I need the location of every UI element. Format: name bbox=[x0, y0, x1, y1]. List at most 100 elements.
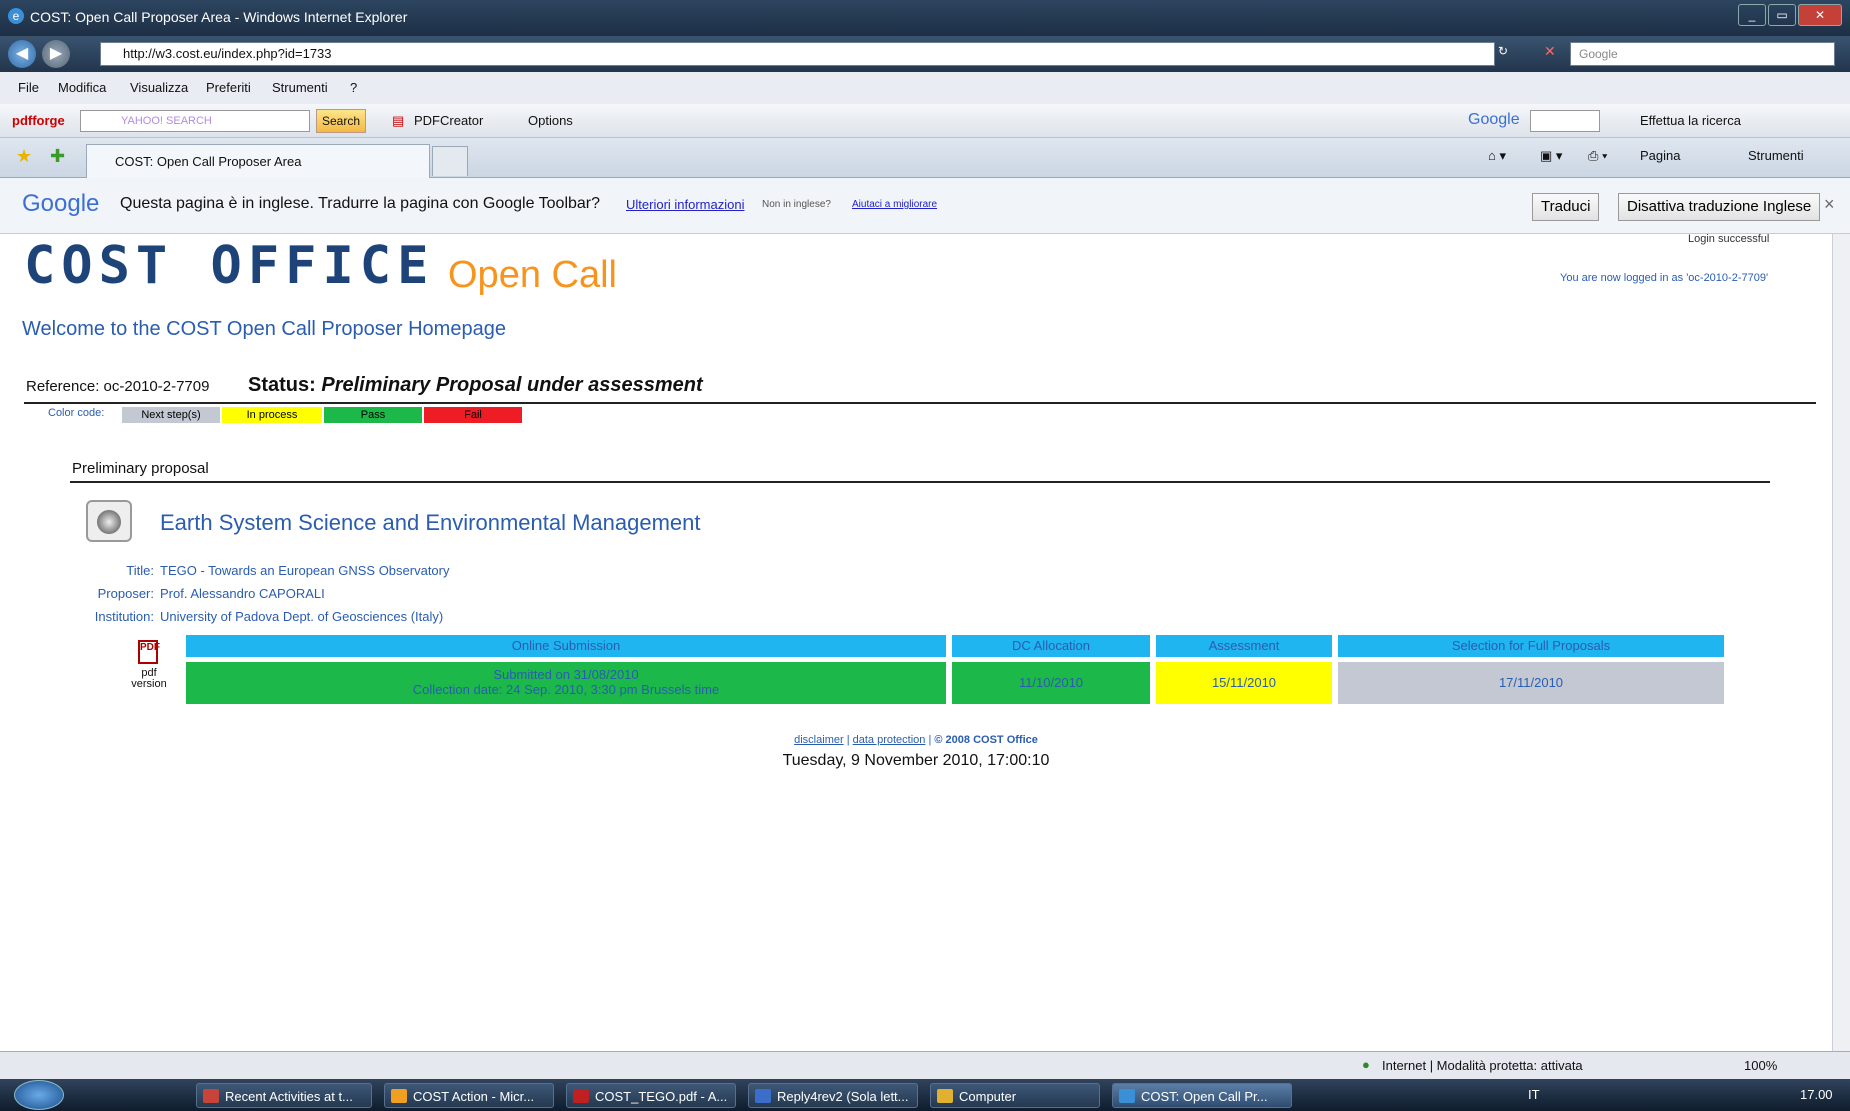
taskbar-item[interactable]: COST_TEGO.pdf - A... bbox=[566, 1083, 736, 1108]
copyright-text: © 2008 COST Office bbox=[934, 734, 1038, 746]
taskbar-item[interactable]: Recent Activities at t... bbox=[196, 1083, 372, 1108]
maximize-button[interactable]: ▭ bbox=[1768, 4, 1796, 26]
disclaimer-link[interactable]: disclaimer bbox=[794, 734, 844, 746]
pdf-icon[interactable]: PDF bbox=[138, 640, 160, 664]
word-icon bbox=[755, 1089, 771, 1103]
status-bar: ● Internet | Modalità protetta: attivata… bbox=[0, 1051, 1850, 1079]
app-icon bbox=[391, 1089, 407, 1103]
ie-icon bbox=[1119, 1089, 1135, 1103]
taskbar-item-active[interactable]: COST: Open Call Pr... bbox=[1112, 1083, 1292, 1108]
options-button[interactable]: Options bbox=[528, 113, 573, 128]
reference-number: Reference: oc-2010-2-7709 bbox=[26, 378, 210, 395]
address-row: ◀ ▶ http://w3.cost.eu/index.php?id=1733 … bbox=[0, 36, 1850, 72]
menu-bar: File Modifica Visualizza Preferiti Strum… bbox=[0, 72, 1850, 104]
stage-header-dc-allocation: DC Allocation bbox=[952, 635, 1150, 657]
new-tab-button[interactable] bbox=[432, 146, 468, 176]
stage-cell-dc-allocation: 11/10/2010 bbox=[952, 662, 1150, 704]
yahoo-search-input[interactable]: YAHOO! SEARCH bbox=[80, 110, 310, 132]
feeds-icon[interactable]: ▣ ▾ bbox=[1540, 148, 1562, 164]
refresh-icon[interactable]: ↻ bbox=[1498, 44, 1508, 58]
taskbar-item[interactable]: Computer bbox=[930, 1083, 1100, 1108]
window-title: COST: Open Call Proposer Area - Windows … bbox=[30, 9, 408, 25]
proposer-label: Proposer: bbox=[97, 586, 154, 601]
disc-icon bbox=[97, 510, 121, 534]
yahoo-search-button[interactable]: Search bbox=[316, 109, 366, 133]
translate-button[interactable]: Traduci bbox=[1532, 193, 1600, 221]
pdf-icon bbox=[573, 1089, 589, 1103]
strumenti-menu[interactable]: Strumenti bbox=[1748, 148, 1804, 163]
print-icon[interactable]: ⎙ ▾ bbox=[1588, 148, 1607, 164]
start-button[interactable] bbox=[14, 1080, 64, 1110]
close-translate-icon[interactable]: × bbox=[1824, 194, 1835, 215]
internet-zone-icon: ● bbox=[1362, 1057, 1370, 1072]
disable-translation-button[interactable]: Disattiva traduzione Inglese bbox=[1618, 193, 1821, 221]
toolbar: pdfforge YAHOO! SEARCH Search ▤ PDFCreat… bbox=[0, 104, 1850, 138]
vertical-scrollbar[interactable] bbox=[1832, 234, 1850, 1051]
translate-message: Questa pagina è in inglese. Tradurre la … bbox=[120, 195, 601, 212]
color-code-in-process: In process bbox=[222, 407, 322, 423]
folder-icon bbox=[937, 1089, 953, 1103]
pdfcreator-button[interactable]: PDFCreator bbox=[414, 113, 483, 128]
divider bbox=[70, 481, 1770, 483]
language-indicator[interactable]: IT bbox=[1528, 1087, 1540, 1102]
color-code-label: Color code: bbox=[48, 407, 105, 419]
security-zone-text[interactable]: Internet | Modalità protetta: attivata bbox=[1382, 1058, 1583, 1073]
institution-value: University of Padova Dept. of Geoscience… bbox=[160, 609, 444, 624]
forward-button[interactable]: ▶ bbox=[42, 40, 70, 68]
page-title: Welcome to the COST Open Call Proposer H… bbox=[22, 318, 506, 340]
pagina-menu[interactable]: Pagina bbox=[1640, 148, 1680, 163]
pdfcreator-icon: ▤ bbox=[392, 113, 405, 128]
stage-cell-selection: 17/11/2010 bbox=[1338, 662, 1724, 704]
tab-cost-open-call[interactable]: COST: Open Call Proposer Area bbox=[86, 144, 430, 178]
cost-office-logo: COST OFFICE bbox=[24, 236, 435, 296]
stage-header-assessment: Assessment bbox=[1156, 635, 1332, 657]
current-datetime: Tuesday, 9 November 2010, 17:00:10 bbox=[782, 752, 1050, 769]
menu-preferiti[interactable]: Preferiti bbox=[206, 80, 251, 95]
menu-modifica[interactable]: Modifica bbox=[58, 80, 106, 95]
app-icon bbox=[203, 1089, 219, 1103]
close-window-button[interactable]: ✕ bbox=[1798, 4, 1842, 26]
domain-icon bbox=[86, 500, 132, 542]
home-icon[interactable]: ⌂ ▾ bbox=[1488, 148, 1506, 164]
logged-in-as-text: You are now logged in as 'oc-2010-2-7709… bbox=[1560, 272, 1769, 284]
more-info-link[interactable]: Ulteriori informazioni bbox=[626, 197, 744, 212]
add-favorite-icon[interactable]: ✚ bbox=[50, 146, 65, 167]
submitted-date: Submitted on 31/08/2010 bbox=[493, 667, 639, 682]
stage-header-online-submission: Online Submission bbox=[186, 635, 946, 657]
collection-date: Collection date: 24 Sep. 2010, 3:30 pm B… bbox=[412, 682, 720, 697]
google-toolbar-input[interactable] bbox=[1530, 110, 1600, 132]
stage-cell-assessment: 15/11/2010 bbox=[1156, 662, 1332, 704]
taskbar-item[interactable]: COST Action - Micr... bbox=[384, 1083, 554, 1108]
status-label: Status: bbox=[248, 374, 316, 396]
zoom-level[interactable]: 100% bbox=[1744, 1058, 1777, 1073]
data-protection-link[interactable]: data protection bbox=[853, 734, 926, 746]
google-translate-bar: Google Questa pagina è in inglese. Tradu… bbox=[0, 178, 1850, 234]
stage-header-selection: Selection for Full Proposals bbox=[1338, 635, 1724, 657]
menu-visualizza[interactable]: Visualizza bbox=[130, 80, 188, 95]
minimize-button[interactable]: _ bbox=[1738, 4, 1766, 26]
help-improve-link[interactable]: Aiutaci a migliorare bbox=[852, 199, 937, 210]
google-toolbar-logo: Google bbox=[1468, 111, 1520, 128]
stop-icon[interactable]: ✕ bbox=[1544, 43, 1556, 60]
pdf-version-link[interactable]: pdf version bbox=[124, 668, 174, 690]
domain-title: Earth System Science and Environmental M… bbox=[160, 510, 701, 535]
status-value: Preliminary Proposal under assessment bbox=[321, 374, 703, 396]
menu-strumenti[interactable]: Strumenti bbox=[272, 80, 328, 95]
taskbar-item[interactable]: Reply4rev2 (Sola lett... bbox=[748, 1083, 918, 1108]
menu-file[interactable]: File bbox=[18, 80, 39, 95]
effettua-ricerca-button[interactable]: Effettua la ricerca bbox=[1640, 113, 1741, 128]
page-footer: disclaimer | data protection | © 2008 CO… bbox=[794, 734, 1038, 746]
system-clock[interactable]: 17.00 bbox=[1800, 1087, 1833, 1102]
window-titlebar: e COST: Open Call Proposer Area - Window… bbox=[0, 0, 1850, 36]
title-value: TEGO - Towards an European GNSS Observat… bbox=[160, 563, 450, 578]
proposer-value: Prof. Alessandro CAPORALI bbox=[160, 586, 325, 601]
color-code-next-steps: Next step(s) bbox=[122, 407, 220, 423]
search-input[interactable]: Google bbox=[1570, 42, 1835, 66]
address-bar[interactable]: http://w3.cost.eu/index.php?id=1733 bbox=[100, 42, 1495, 66]
windows-taskbar: Recent Activities at t... COST Action - … bbox=[0, 1079, 1850, 1111]
section-heading: Preliminary proposal bbox=[72, 460, 209, 477]
divider bbox=[24, 402, 1816, 404]
menu-help[interactable]: ? bbox=[350, 80, 357, 95]
back-button[interactable]: ◀ bbox=[8, 40, 36, 68]
favorites-star-icon[interactable]: ★ bbox=[16, 146, 32, 167]
